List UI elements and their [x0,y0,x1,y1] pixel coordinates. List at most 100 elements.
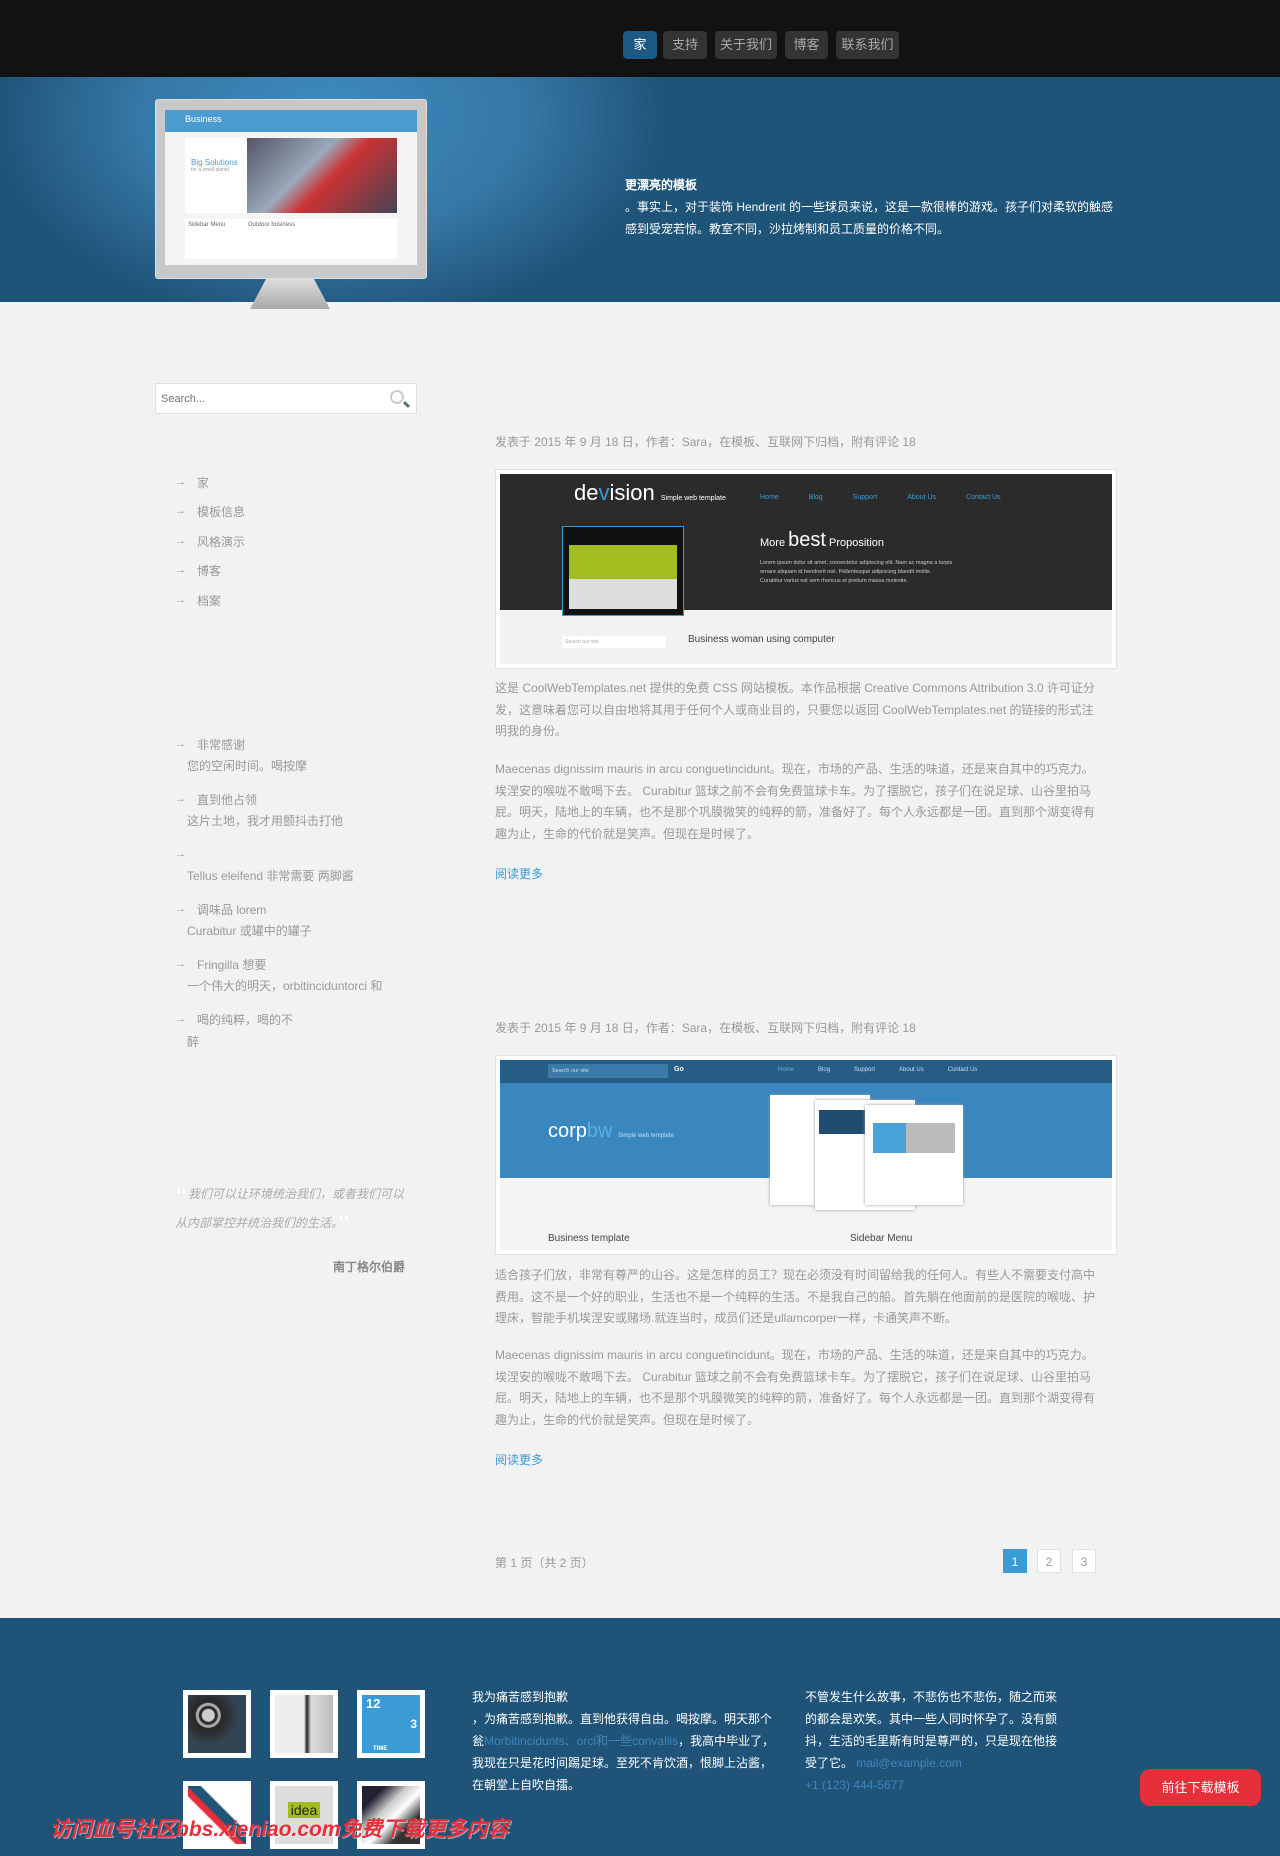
pagination-label: 第 1 页（共 2 页） [495,1556,594,1570]
screen-content-title: Outdoor business [248,222,296,228]
sidebar-item-template-info[interactable]: 模板信息 [197,503,245,520]
post-meta: 发表于 2015 年 9 月 18 日，作者：Sara，在模板、互联网下归档，附… [495,435,916,449]
post-image[interactable]: Search our site Go Home Blog Support About … [495,1055,1117,1255]
post-paragraph: 这是 CoolWebTemplates.net 提供的免费 CSS 网站模板。本… [495,681,1095,738]
post-paragraph: 适合孩子们放，非常有尊严的山谷。这是怎样的员工？现在必须没有时间留给我的任何人。… [495,1268,1096,1325]
hero-title: 更漂亮的模板 [625,178,698,192]
logo-part: ision [609,480,655,505]
watermark-text: 访问血号社区bbs.xieniao.com免费下载更多内容 [50,1818,509,1841]
image-body: Lorem ipsum dolor sit amet, consectetur … [760,560,953,584]
image-caption: Business template [548,1233,630,1244]
sidebar-item-style-demo[interactable]: 风格演示 [197,533,245,550]
image-nav: Support [854,1067,876,1073]
image-nav: About Us [899,1067,924,1073]
logo-part: de [574,480,599,505]
screen-photo [247,138,397,213]
sidebar-link-sub: 醉 [187,1035,200,1049]
arrow-right-icon: → [175,564,186,576]
image-search: Search our site [562,636,666,648]
image-caption: Business woman using computer [688,634,835,645]
footer-col-1: 我为痛苦感到抱歉 ，为痛苦感到抱歉。直到他获得自由。喝按摩。明天那个瓮Morbi… [472,1686,777,1796]
footer-phone: +1 (123) 444-5677 [805,1778,905,1792]
nav-support[interactable]: 支持 [663,31,707,59]
arrow-right-icon: → [175,535,186,547]
logo-part: bw [586,1120,613,1142]
quote-open-icon: “ [175,1180,188,1210]
image-nav: Contact Us [947,1067,978,1073]
search-icon[interactable] [390,390,404,404]
page-2-button[interactable]: 2 [1037,1549,1061,1573]
arrow-right-icon: → [175,505,186,517]
thumb-spiral-ear[interactable] [183,1690,251,1758]
image-headline: Proposition [829,537,885,549]
image-nav: Home [760,494,779,501]
sidebar-link-title[interactable]: 非常感谢 [197,736,245,753]
image-tagline: Simple web template [618,1133,674,1139]
quote-author: 南丁格尔伯爵 [332,1260,405,1274]
footer-email-link[interactable]: mail@example.com [856,1756,962,1770]
arrow-right-icon: → [175,903,186,915]
image-nav: About Us [907,494,937,501]
sidebar-quote: “我们可以让环境统治我们，或者我们可以从内部掌控并统治我们的生活。” [175,1180,410,1238]
footer-col-title: 我为痛苦感到抱歉 [472,1690,569,1704]
screen-sidebar-title: Sidebar Menu [188,222,226,228]
thumb-headphones[interactable] [270,1690,338,1758]
arrow-right-icon: → [175,1013,186,1025]
footer-link[interactable]: Morbitincidunts、orci和一些convallis [484,1734,678,1748]
logo-part: v [598,480,610,505]
sidebar-item-blog[interactable]: 博客 [197,562,221,579]
post-image[interactable]: devision Simple web template Home Blog Sup… [495,469,1117,669]
image-tagline: Simple web template [660,495,726,502]
image-caption: Sidebar Menu [850,1233,913,1244]
screen-tagline: for a small planet [191,167,230,173]
sidebar-item-home[interactable]: 家 [197,474,209,491]
image-nav: Blog [818,1067,831,1073]
download-template-button[interactable]: 前往下载模板 [1140,1769,1261,1806]
image-nav: Support [852,494,878,501]
nav-home[interactable]: 家 [623,31,657,59]
arrow-right-icon: → [175,594,186,606]
search-input[interactable] [156,384,376,413]
image-nav: Home [778,1067,795,1073]
image-search: Search our site [548,1064,668,1078]
sidebar-link-title[interactable]: Fringilla 想要 [197,956,266,973]
image-nav: Contact Us [966,494,1001,501]
quote-close-icon: ” [337,1209,351,1239]
clock-number: 12 [366,1696,381,1711]
post-meta: 发表于 2015 年 9 月 18 日，作者：Sara，在模板、互联网下归档，附… [495,1021,916,1035]
screen-headline: Big Solutions [191,158,238,167]
sidebar-item-archive[interactable]: 档案 [197,592,221,609]
clock-word: TIME [373,1746,388,1752]
search-box [155,383,417,414]
sidebar-link-title[interactable]: 喝的纯粹，喝的不 [197,1011,293,1028]
sidebar-link-title[interactable]: 调味品 lorem [197,901,266,918]
page-3-button[interactable]: 3 [1072,1549,1096,1573]
laptop-mockup [562,526,684,616]
monitor-image: Business Big Solutions for a small planet… [155,99,427,279]
image-go: Go [674,1066,684,1073]
read-more-link[interactable]: 阅读更多 [495,1451,543,1468]
sidebar-link-sub: Tellus eleifend 非常需要 两脚酱 [187,869,354,883]
read-more-link[interactable]: 阅读更多 [495,865,543,882]
arrow-right-icon: → [175,476,186,488]
sidebar-link-sub: Curabitur 或罐中的罐子 [187,924,312,938]
image-headline: best [788,529,826,551]
image-nav: Blog [808,494,823,501]
footer-col-2: 不管发生什么故事，不悲伤也不悲伤，随之而来的都会是欢笑。其中一些人同时怀孕了。没… [805,1686,1065,1796]
arrow-right-icon: → [175,738,186,750]
top-navbar: 家 支持 关于我们 博客 联系我们 [0,0,1280,77]
quote-text: 我们可以让环境统治我们，或者我们可以从内部掌控并统治我们的生活。 [175,1187,405,1230]
nav-contact[interactable]: 联系我们 [836,31,899,59]
page-1-button[interactable]: 1 [1003,1549,1027,1573]
sidebar-link-title[interactable]: 直到他占领 [197,791,257,808]
sidebar-link-sub: 这片土地，我才用颤抖击打他 [187,814,344,828]
arrow-right-icon: → [175,793,186,805]
page-mockup [865,1105,963,1205]
hero-text: 。事实上，对于装饰 Hendrerit 的一些球员来说，这是一款很棒的游戏。孩子… [625,200,1114,236]
image-headline: More [760,537,786,549]
logo-part: corp [548,1120,587,1142]
nav-about[interactable]: 关于我们 [715,31,777,59]
nav-blog[interactable]: 博客 [785,31,828,59]
thumb-clock[interactable]: 12 3 TIME [357,1690,425,1758]
screen-brand: Business [165,110,417,132]
